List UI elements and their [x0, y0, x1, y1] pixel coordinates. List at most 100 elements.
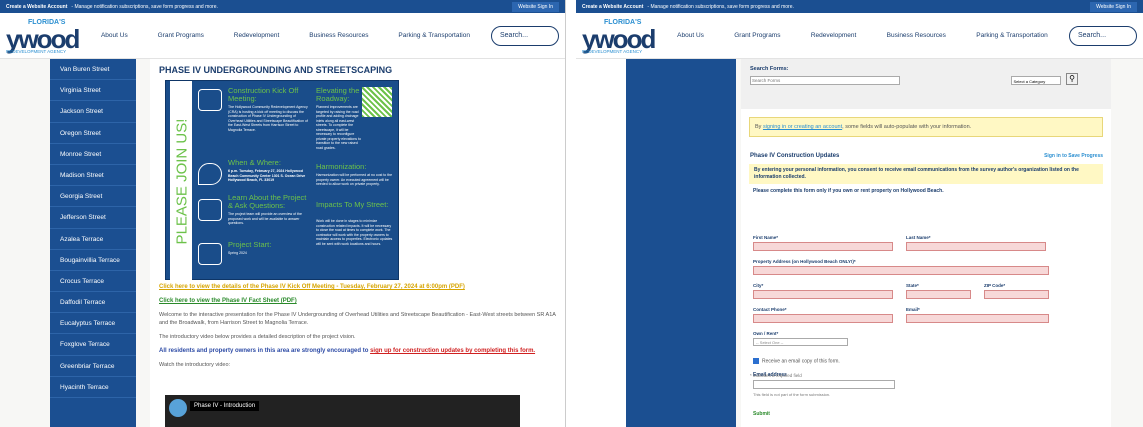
qr-code[interactable]	[362, 87, 392, 117]
channel-avatar	[169, 399, 187, 417]
sidebar-item[interactable]: Virginia Street	[50, 80, 136, 102]
email-copy-checkbox[interactable]: Receive an email copy of this form.	[753, 358, 840, 364]
sidebar-item[interactable]: Georgia Street	[50, 186, 136, 208]
notice-pre: By	[755, 124, 763, 130]
nav-about-us[interactable]: About Us	[101, 32, 128, 39]
website-signin-button[interactable]: Website Sign In	[512, 1, 559, 12]
page-title: PHASE IV UNDERGROUNDING AND STREETSCAPIN…	[159, 65, 393, 75]
nav-about-us[interactable]: About Us	[677, 32, 704, 39]
city-input[interactable]	[753, 290, 893, 299]
checkbox-checked-icon[interactable]	[753, 358, 759, 364]
sidebar-item[interactable]: Monroe Street	[50, 144, 136, 165]
form-header: Phase IV Construction Updates Sign in to…	[741, 145, 1111, 162]
save-progress-link[interactable]: Sign in to Save Progress	[1044, 153, 1103, 159]
main-nav: About Us Grant Programs Redevelopment Bu…	[80, 32, 491, 39]
flyer-text-kickoff: The Hollywood Community Redevelopment Ag…	[228, 105, 308, 132]
video-description: The introductory video below provides a …	[159, 334, 356, 340]
sidebar-item[interactable]: Daffodil Terrace	[50, 292, 136, 314]
sidebar-item[interactable]: Madison Street	[50, 165, 136, 187]
first-name-input[interactable]	[753, 242, 893, 251]
website-signin-button[interactable]: Website Sign In	[1090, 1, 1137, 12]
nav-business-resources[interactable]: Business Resources	[887, 32, 946, 39]
site-logo[interactable]: FLORIDA'S ywood REDEVELOPMENT AGENCY	[582, 16, 656, 56]
site-header: FLORIDA'S ywood REDEVELOPMENT AGENCY Abo…	[576, 13, 1143, 59]
city-label: City*	[753, 283, 764, 288]
sidebar-area	[576, 59, 736, 427]
category-select[interactable]: Select a Category	[1011, 76, 1061, 85]
flyer-text-learn: The project team will provide an overvie…	[228, 212, 302, 225]
intro-paragraph: Welcome to the interactive presentation …	[159, 312, 556, 326]
address-input[interactable]	[753, 266, 1049, 275]
search-input[interactable]: Search...	[491, 25, 559, 46]
left-screenshot: Create a Website Account - Manage notific…	[0, 0, 566, 427]
last-name-input[interactable]	[906, 242, 1046, 251]
flyer-heading-elevating: Elevating the Roadway:	[316, 86, 360, 103]
sidebar-item[interactable]: Greenbriar Terrace	[50, 356, 136, 377]
search-forms-label: Search Forms:	[750, 66, 789, 72]
intro-video[interactable]: Phase IV - Introduction	[165, 395, 520, 427]
signup-link[interactable]: sign up for construction updates by comp…	[370, 348, 535, 354]
search-input[interactable]: Search...	[1069, 25, 1137, 46]
calendar-icon	[198, 243, 222, 265]
create-account-link[interactable]: Create a Website Account	[582, 4, 643, 10]
nav-grant-programs[interactable]: Grant Programs	[734, 32, 780, 39]
site-logo[interactable]: FLORIDA'S ywood REDEVELOPMENT AGENCY	[6, 16, 80, 56]
flyer-heading-impacts: Impacts To My Street:	[316, 200, 389, 209]
main-content: PHASE IV UNDERGROUNDING AND STREETSCAPIN…	[150, 59, 565, 427]
top-bar-desc: - Manage notification subscriptions, sav…	[647, 3, 794, 10]
main-nav: About Us Grant Programs Redevelopment Bu…	[656, 32, 1069, 39]
zip-input[interactable]	[984, 290, 1049, 299]
kickoff-details-link[interactable]: Click here to view the details of the Ph…	[159, 284, 557, 290]
logo-line3: REDEVELOPMENT AGENCY	[582, 48, 643, 54]
sidebar-item[interactable]: Crocus Terrace	[50, 271, 136, 293]
logo-line3: REDEVELOPMENT AGENCY	[6, 48, 67, 54]
sidebar-item[interactable]: Oregon Street	[50, 123, 136, 144]
nav-redevelopment[interactable]: Redevelopment	[234, 32, 280, 39]
watch-video-label: Watch the introductory video:	[159, 362, 231, 368]
nav-redevelopment[interactable]: Redevelopment	[811, 32, 857, 39]
nav-parking[interactable]: Parking & Transportation	[398, 32, 470, 39]
sidebar-item[interactable]: Bougainvillia Terrace	[50, 250, 136, 271]
flyer-heading-when: When & Where:	[228, 158, 281, 167]
signup-callout: All residents and property owners in thi…	[159, 347, 557, 355]
flyer-text-start: Spring 2024	[228, 251, 247, 255]
flyer-join-text: PLEASE JOIN US!	[173, 118, 191, 245]
phone-label: Contact Phone*	[753, 307, 787, 312]
flyer-heading-start: Project Start:	[228, 240, 272, 249]
search-forms-panel: Search Forms: Select a Category ⚲	[741, 59, 1111, 109]
sidebar-item[interactable]: Hyacinth Terrace	[50, 377, 136, 398]
sidebar-item[interactable]: Jefferson Street	[50, 207, 136, 229]
signin-create-link[interactable]: signing in or creating an account	[763, 124, 842, 130]
fact-sheet-link[interactable]: Click here to view the Phase IV Fact She…	[159, 298, 557, 304]
nav-business-resources[interactable]: Business Resources	[309, 32, 368, 39]
flyer-heading-learn: Learn About the Project & Ask Questions:	[228, 193, 307, 210]
right-screenshot: Create a Website Account - Manage notific…	[576, 0, 1143, 427]
sidebar-item[interactable]: Jackson Street	[50, 101, 136, 123]
top-bar: Create a Website Account - Manage notific…	[0, 0, 565, 13]
sidebar-item[interactable]: Van Buren Street	[50, 59, 136, 81]
first-name-label: First Name*	[753, 235, 779, 240]
nav-grant-programs[interactable]: Grant Programs	[158, 32, 204, 39]
submit-button[interactable]: Submit	[753, 411, 770, 417]
own-rent-select[interactable]: -- Select One --	[753, 338, 848, 346]
sidebar-item[interactable]: Azalea Terrace	[50, 229, 136, 250]
nav-parking[interactable]: Parking & Transportation	[976, 32, 1048, 39]
address-label: Property Address (on Hollywood Beach ONL…	[753, 259, 856, 264]
state-input[interactable]	[906, 290, 971, 299]
sidebar-item[interactable]: Foxglove Terrace	[50, 334, 136, 356]
create-account-link[interactable]: Create a Website Account	[6, 4, 67, 10]
sidebar: Van Buren Street Virginia Street Jackson…	[50, 59, 136, 427]
phone-input[interactable]	[753, 314, 893, 323]
form-page: Search Forms: Select a Category ⚲ By sig…	[741, 59, 1111, 427]
email-field[interactable]	[906, 314, 1049, 323]
signup-callout-text: All residents and property owners in thi…	[159, 348, 371, 354]
top-bar-desc: - Manage notification subscriptions, sav…	[71, 3, 218, 10]
signin-notice: By signing in or creating an account, so…	[749, 117, 1103, 137]
search-forms-input[interactable]	[750, 76, 900, 85]
required-field-note: * indicates a required field	[750, 373, 802, 378]
sidebar-item[interactable]: Eucalyptus Terrace	[50, 313, 136, 335]
form-title: Phase IV Construction Updates	[750, 153, 840, 159]
email-address-input[interactable]	[753, 380, 895, 389]
search-icon[interactable]: ⚲	[1066, 73, 1078, 85]
top-bar: Create a Website Account - Manage notific…	[576, 0, 1143, 13]
